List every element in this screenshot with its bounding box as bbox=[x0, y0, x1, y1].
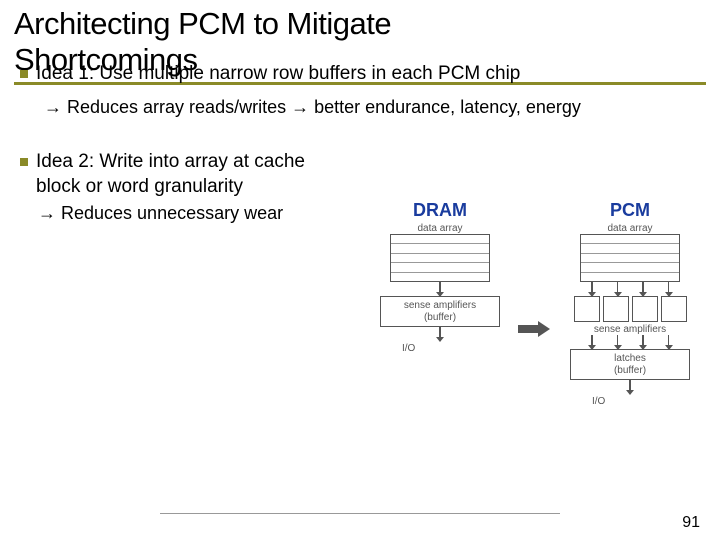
idea1-text: Idea 1: Use multiple narrow row buffers … bbox=[36, 62, 520, 87]
idea1-sub: → Reduces array reads/writes → better en… bbox=[20, 96, 716, 119]
dram-sense-amp-box: sense amplifiers (buffer) bbox=[380, 296, 500, 327]
pcm-column: PCM data array sense amplifiers latches … bbox=[560, 200, 700, 407]
dram-column: DRAM data array sense amplifiers (buffer… bbox=[370, 200, 510, 354]
bullet-idea-1: Idea 1: Use multiple narrow row buffers … bbox=[20, 62, 710, 87]
pcm-array-label: data array bbox=[560, 223, 700, 234]
dram-array-label: data array bbox=[370, 223, 510, 234]
dram-data-array bbox=[390, 234, 490, 282]
bullet-idea-2: Idea 2: Write into array at cache block … bbox=[20, 150, 350, 224]
title-line-1: Architecting PCM to Mitigate bbox=[14, 6, 391, 41]
pcm-header: PCM bbox=[560, 200, 700, 221]
idea2-text: Idea 2: Write into array at cache block … bbox=[36, 150, 350, 199]
diagram: DRAM data array sense amplifiers (buffer… bbox=[370, 200, 710, 470]
bullet-icon bbox=[20, 70, 28, 78]
multi-connector bbox=[560, 282, 700, 296]
pcm-sense-amps bbox=[560, 296, 700, 322]
bullet-icon bbox=[20, 158, 28, 166]
pcm-io-label: I/O bbox=[560, 396, 700, 407]
dram-header: DRAM bbox=[370, 200, 510, 221]
page-number: 91 bbox=[682, 514, 700, 532]
footer-divider bbox=[160, 513, 560, 514]
pcm-latches-box: latches (buffer) bbox=[570, 349, 690, 380]
dram-io-label: I/O bbox=[370, 343, 510, 354]
connector-arrow-icon bbox=[439, 282, 441, 296]
idea2-sub: → Reduces unnecessary wear bbox=[20, 203, 350, 224]
multi-connector bbox=[560, 335, 700, 349]
transition-arrow-icon bbox=[518, 322, 552, 336]
connector-arrow-icon bbox=[629, 380, 631, 394]
connector-arrow-icon bbox=[439, 327, 441, 341]
pcm-sense-label: sense amplifiers bbox=[560, 324, 700, 335]
pcm-data-array bbox=[580, 234, 680, 282]
